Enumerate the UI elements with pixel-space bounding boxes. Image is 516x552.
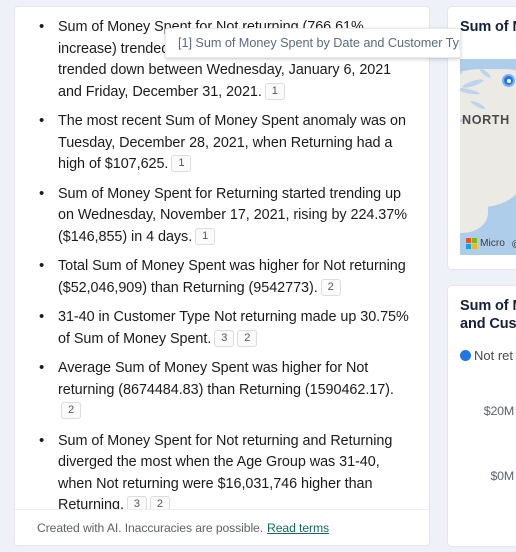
reference-badge[interactable]: 1 [171,155,192,172]
ai-disclaimer-text: Created with AI. Inaccuracies are possib… [37,520,264,535]
insight-item[interactable]: Sum of Money Spent for Not returning and… [31,430,411,510]
insights-list: Sum of Money Spent for Not returning (76… [15,7,429,509]
reference-badge[interactable]: 3 [126,496,147,509]
insight-item[interactable]: Sum of Money Spent for Returning started… [31,183,411,249]
y-axis-tick-label: $20M [483,404,514,418]
insights-panel: Sum of Money Spent for Not returning (76… [14,6,430,546]
insight-item[interactable]: The most recent Sum of Money Spent anoma… [31,110,411,176]
map-data-bubble[interactable] [502,74,515,87]
insight-item[interactable]: Average Sum of Money Spent was higher fo… [31,357,411,423]
insights-scroll-area[interactable]: Sum of Money Spent for Not returning (76… [15,7,429,509]
insight-text: The most recent Sum of Money Spent anoma… [58,113,406,172]
chart-title-line-1: Sum of M [460,298,516,314]
read-terms-link[interactable]: Read terms [267,521,329,535]
attribution-text: Micro [480,238,505,249]
insight-text: Sum of Money Spent for Not returning and… [58,432,393,510]
insight-text: Sum of Money Spent for Returning started… [58,185,407,245]
map-region-label: NORTH [462,113,510,127]
tooltip-label: [1] Sum of Money Spent by Date and Custo… [178,36,461,50]
insight-item[interactable]: Total Sum of Money Spent was higher for … [31,255,411,299]
chart-title-line-2: and Cust [460,316,516,332]
dashboard-page: Sum of Money Spent for Not returning (76… [0,0,516,552]
reference-tooltip: [1] Sum of Money Spent by Date and Custo… [165,28,461,58]
legend-marker-icon [460,350,471,361]
insight-text: Average Sum of Money Spent was higher fo… [58,360,394,398]
chart-card-title: Sum of M and Cust [448,286,516,333]
insight-item[interactable]: 31-40 in Customer Type Not returning mad… [31,306,411,350]
legend-label: Not ret [474,348,514,363]
y-axis-tick-label: $0M [490,469,514,483]
reference-badge[interactable]: 3 [214,329,235,347]
map-attribution: Micro [466,238,505,249]
copyright-text: © 2 [512,239,516,251]
reference-badge[interactable]: 2 [237,329,258,347]
chart-plot-area[interactable]: $20M $0M 2 [448,374,516,522]
reference-badge[interactable]: 2 [320,278,341,296]
chart-visual-card[interactable]: Sum of M and Cust Not ret $20M $0M 2 [447,285,516,547]
reference-badge[interactable]: 1 [195,227,216,245]
insights-footer: Created with AI. Inaccuracies are possib… [15,509,429,545]
chart-legend[interactable]: Not ret [460,348,513,363]
reference-badge[interactable]: 2 [61,402,81,419]
microsoft-logo-icon [466,238,477,249]
reference-badge[interactable]: 2 [149,496,170,509]
reference-badge[interactable]: 1 [264,82,285,100]
insight-text: Total Sum of Money Spent was higher for … [58,258,406,296]
map-canvas[interactable]: NORTH Micro © 2 [460,59,516,255]
